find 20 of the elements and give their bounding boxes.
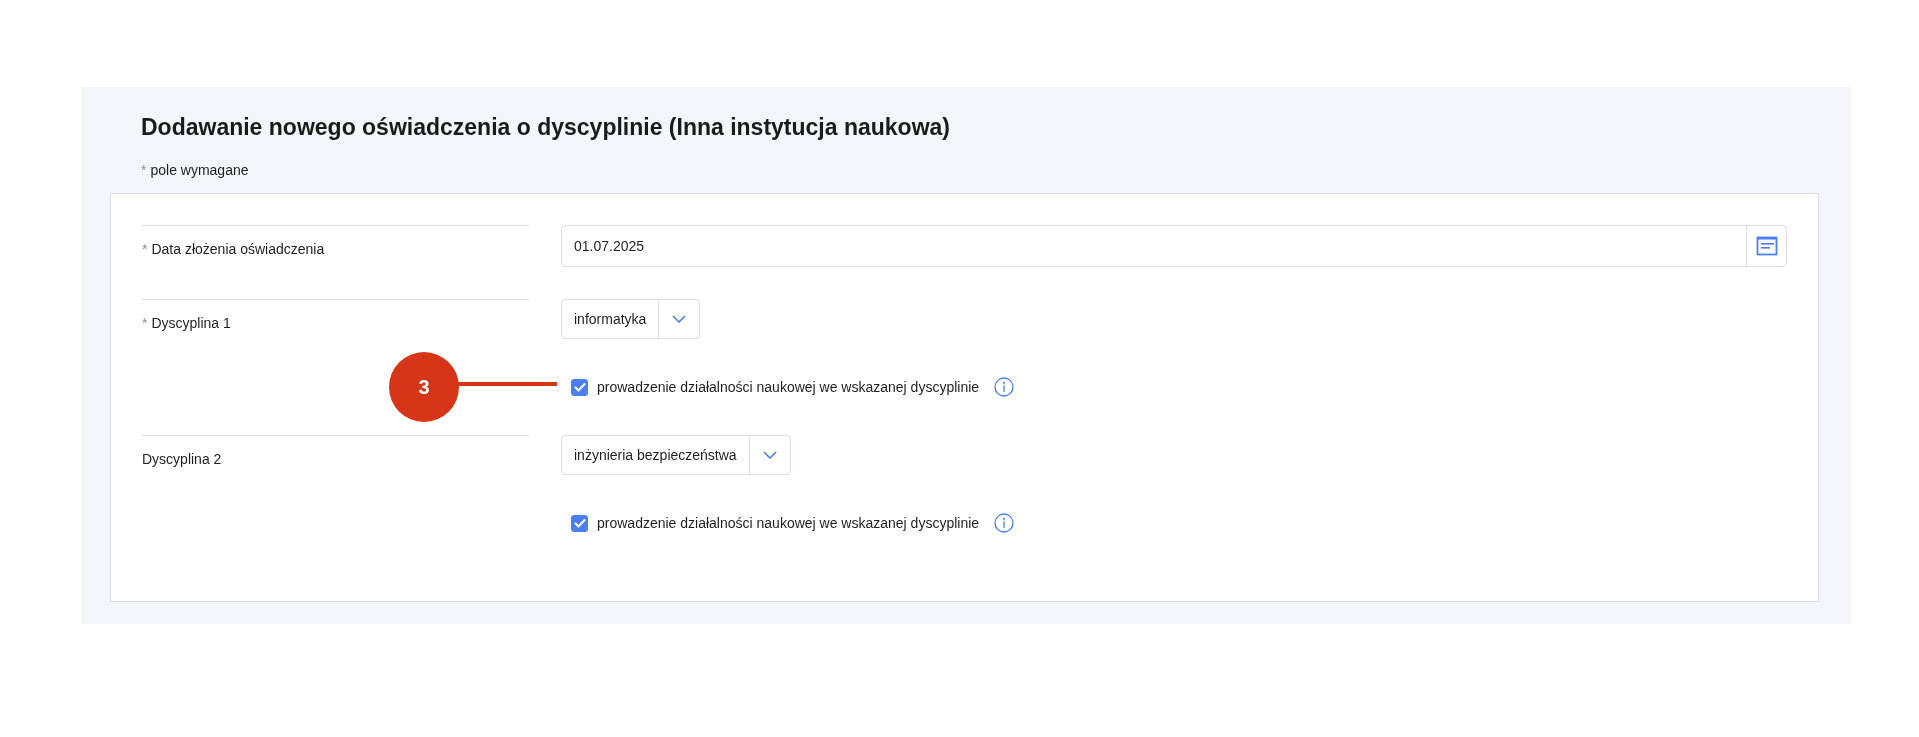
page-title: Dodawanie nowego oświadczenia o dyscyplinie (Inna instytucja naukowa) xyxy=(141,113,951,142)
checkbox-label: prowadzenie działalności naukowej we wskazanej dyscyplinie xyxy=(597,379,980,395)
required-marker: * xyxy=(142,315,148,331)
step-badge: 3 xyxy=(389,352,459,422)
checkbox[interactable] xyxy=(571,514,588,532)
field-label: Dyscyplina 1 xyxy=(151,315,231,331)
chevron-down-icon xyxy=(672,315,687,323)
field-label: Data złożenia oświadczenia xyxy=(151,241,325,257)
required-note: pole wymagane xyxy=(150,162,249,178)
info-icon[interactable] xyxy=(994,513,1015,533)
discipline-dropdown[interactable]: inżynieria bezpieczeństwa xyxy=(561,435,791,475)
info-icon[interactable] xyxy=(994,377,1015,397)
chevron-down-icon xyxy=(762,451,777,459)
checkbox[interactable] xyxy=(571,378,588,396)
checkbox-label: prowadzenie działalności naukowej we wskazanej dyscyplinie xyxy=(597,515,980,531)
field-label: Dyscyplina 2 xyxy=(142,451,222,467)
required-marker: * xyxy=(141,162,147,178)
calendar-icon xyxy=(1755,235,1778,257)
discipline-dropdown[interactable]: informatyka xyxy=(561,299,701,339)
required-marker: * xyxy=(142,241,148,257)
